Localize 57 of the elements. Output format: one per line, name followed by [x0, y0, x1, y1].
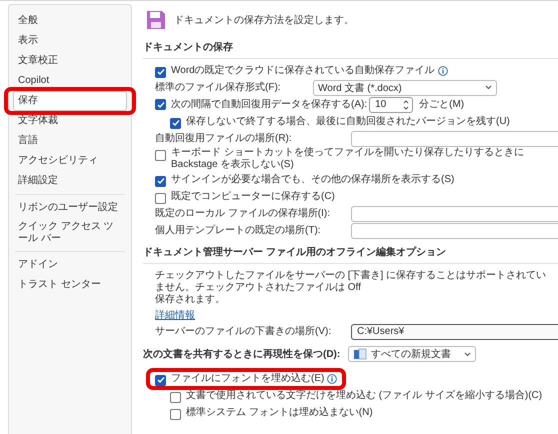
checkbox[interactable] — [155, 176, 166, 186]
checkbox[interactable] — [155, 66, 166, 78]
sidebar-item[interactable]: 表示 — [13, 31, 127, 51]
minutes-spinner[interactable]: 10 — [369, 96, 414, 112]
sidebar-item[interactable]: クイック アクセス ツール バー — [13, 218, 127, 248]
page-description: ドキュメントの保存方法を設定します。 — [174, 14, 354, 27]
checkbox-label: Wordの既定でクラウドに保存されている自動保存ファイル — [171, 64, 435, 76]
document-dropdown[interactable]: すべての新規文書 — [348, 346, 476, 362]
checkbox-label: 既定でコンピューターに保存する(C) — [171, 190, 335, 202]
sidebar-item[interactable]: 文字体裁 — [13, 111, 127, 131]
sidebar-item[interactable]: リボンのユーザー設定 — [13, 198, 127, 218]
checkbox[interactable] — [170, 408, 181, 420]
path-field[interactable] — [351, 206, 558, 222]
caret-icon — [485, 85, 492, 90]
spin-arrows-icon — [403, 98, 410, 110]
unit-label: 分ごと(M) — [419, 98, 464, 110]
checkbox-label: サインインが必要な場合でも、その他の保存場所を表示する(S) — [171, 174, 454, 186]
checkbox-label: 保存しないで終了する場合、最後に自動回復されたバージョンを残す(U) — [186, 116, 510, 128]
sidebar-item[interactable]: 全般 — [13, 11, 127, 31]
field-label: 自動回復用ファイルの場所(R): — [155, 132, 293, 144]
section-heading: 次の文書を共有するときに再現性を保つ(D): — [143, 348, 340, 361]
checkbox[interactable] — [155, 99, 166, 110]
path-field[interactable] — [351, 222, 558, 238]
info-icon — [327, 374, 338, 384]
checkbox[interactable] — [155, 374, 166, 386]
section-heading: ドキュメントの保存 — [143, 40, 233, 54]
sidebar-item[interactable]: 保存 — [13, 91, 127, 111]
section-heading: ドキュメント管理サーバー ファイル用のオフライン編集オプション — [143, 245, 446, 259]
sidebar-item[interactable]: 言語 — [13, 131, 127, 151]
sidebar-item[interactable]: Copilot — [13, 71, 127, 91]
checkbox[interactable] — [170, 118, 181, 128]
info-paragraph: チェックアウトしたファイルをサーバーの [下書き] に保存することはサポートされていません。チェックアウトされたファイルは Off 保存されます。 — [154, 268, 548, 306]
sidebar-item[interactable]: 文章校正 — [13, 51, 127, 71]
caret-icon — [464, 352, 472, 356]
sidebar-item[interactable]: 詳細設定 — [13, 171, 127, 191]
field-label: サーバーのファイルの下書きの場所(V): — [155, 326, 332, 338]
checkbox[interactable] — [155, 150, 166, 161]
more-info-link[interactable]: 詳細情報 — [155, 308, 195, 322]
field-label: 標準のファイル保存形式(F): — [155, 82, 282, 94]
field-label: 個人用テンプレートの既定の場所(T): — [155, 224, 322, 236]
checkbox-label: 次の間隔で自動回復用データを保存する(A): — [171, 98, 368, 110]
checkbox-label: キーボード ショートカットを使ってファイルを開いたり保存したりするときに Backstage を表示しない(S) — [171, 147, 525, 171]
save-icon — [146, 10, 166, 30]
sidebar-item[interactable]: アクセシビリティ — [13, 151, 127, 171]
path-field[interactable] — [351, 130, 558, 146]
document-icon — [353, 348, 368, 360]
checkbox[interactable] — [155, 192, 166, 204]
sidebar-item[interactable]: アドイン — [13, 255, 127, 275]
sidebar-item[interactable]: トラスト センター — [13, 275, 127, 295]
checkbox-label: ファイルにフォントを埋め込む(E) — [171, 372, 324, 384]
format-dropdown[interactable]: Word 文書 (*.docx) — [313, 80, 497, 96]
checkbox[interactable] — [170, 392, 181, 402]
path-field[interactable]: C:¥Users¥ — [351, 324, 558, 340]
field-label: 既定のローカル ファイルの保存場所(I): — [155, 208, 331, 220]
checkbox-label: 文書で使用されている文字だけを埋め込む (ファイル サイズを縮小する場合)(C) — [186, 390, 542, 402]
info-icon — [438, 66, 448, 76]
checkbox-label: 標準システム フォントは埋め込まない(N) — [186, 406, 373, 418]
